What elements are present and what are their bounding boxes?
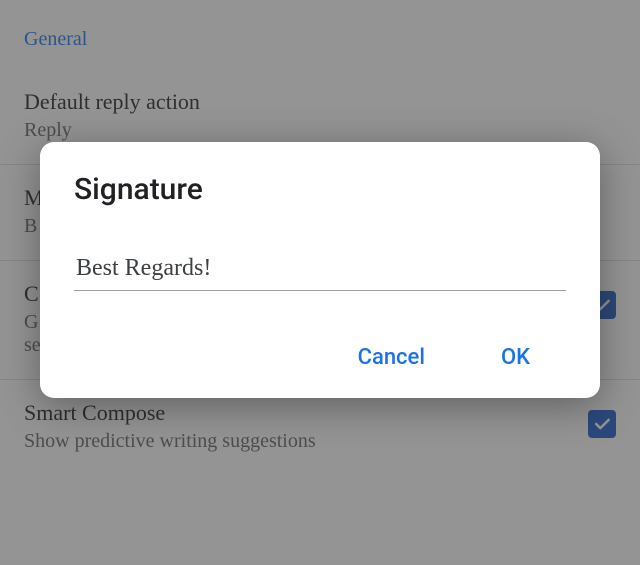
dialog-actions: Cancel OK bbox=[74, 339, 566, 376]
dialog-title: Signature bbox=[74, 172, 566, 207]
signature-dialog: Signature Cancel OK bbox=[40, 142, 600, 398]
ok-button[interactable]: OK bbox=[493, 339, 538, 376]
cancel-button[interactable]: Cancel bbox=[350, 339, 433, 376]
signature-input[interactable] bbox=[74, 249, 566, 291]
modal-overlay: Signature Cancel OK bbox=[0, 0, 640, 565]
